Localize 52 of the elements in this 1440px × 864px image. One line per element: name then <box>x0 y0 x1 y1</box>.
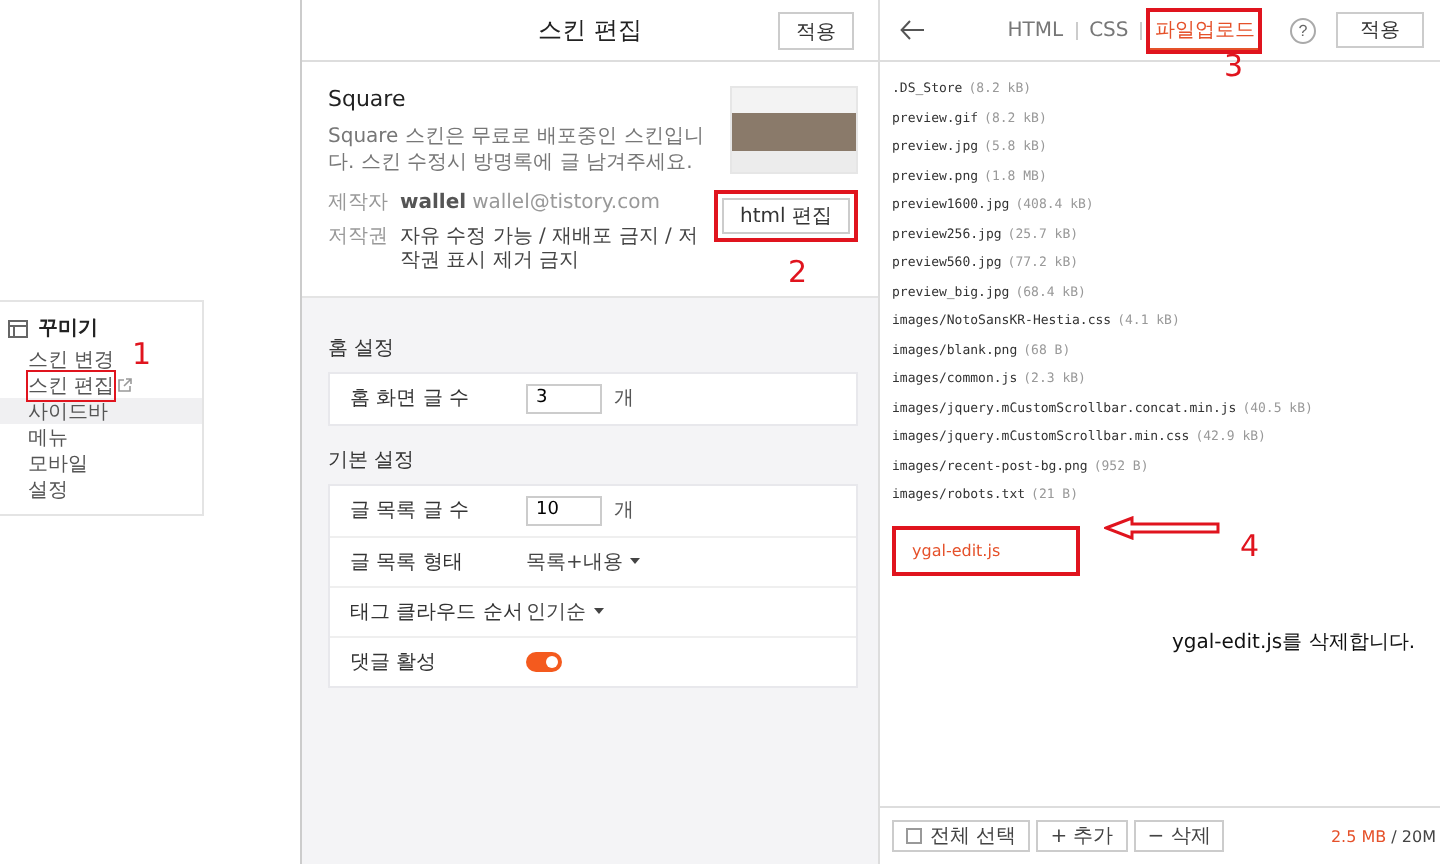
html-edit-button[interactable]: html 편집 <box>722 198 850 234</box>
menu-heading: 꾸미기 <box>38 316 98 342</box>
meta-label: 저작권 <box>328 225 388 251</box>
menu-item[interactable]: 설정 <box>0 476 74 502</box>
dropdown[interactable]: 인기순 <box>526 597 604 625</box>
file-entry[interactable]: ygal-edit.js <box>892 525 1080 575</box>
section-title: 홈 설정 <box>328 335 397 361</box>
unit-label: 개 <box>614 386 634 412</box>
menu-item[interactable]: 메뉴 <box>0 424 74 450</box>
add-button[interactable]: + 추가 <box>1036 820 1128 852</box>
editor-tab[interactable]: 파일업로드 <box>1150 11 1259 49</box>
copyright-text: 자유 수정 가능 / 재배포 금지 / 저작권 표시 제거 금지 <box>400 225 700 275</box>
caret-icon <box>594 608 604 614</box>
editor-tab[interactable]: CSS <box>1085 15 1133 45</box>
menu-item[interactable]: 모바일 <box>0 450 94 476</box>
menu-item[interactable]: 스킨 편집 <box>0 372 139 398</box>
apply-button[interactable]: 적용 <box>1336 12 1424 48</box>
setting-label: 태그 클라우드 순서 <box>350 599 525 625</box>
back-arrow-icon[interactable] <box>900 20 924 40</box>
layout-icon <box>8 319 28 337</box>
dropdown[interactable]: 목록+내용 <box>526 547 641 575</box>
setting-label: 홈 화면 글 수 <box>350 386 472 412</box>
annotation-number: 4 <box>1240 528 1260 564</box>
menu-item[interactable]: 사이드바 <box>0 398 202 424</box>
menu-item[interactable]: 스킨 변경 <box>0 346 121 372</box>
unit-label: 개 <box>614 498 634 524</box>
panel-title: 스킨 편집 <box>538 13 642 47</box>
editor-tab[interactable]: HTML <box>1003 15 1068 45</box>
annotation-number: 1 <box>132 336 152 372</box>
caret-icon <box>630 558 641 564</box>
setting-label: 글 목록 글 수 <box>350 498 472 524</box>
arrow-icon <box>1104 516 1220 540</box>
skin-name: Square <box>328 86 408 112</box>
select-all-button[interactable]: 전체 선택 <box>892 820 1031 852</box>
toggle-switch[interactable] <box>526 651 562 671</box>
annotation-number: 3 <box>1224 48 1244 84</box>
checkbox[interactable] <box>906 828 922 844</box>
storage-usage: 2.5 MB / 20M <box>1330 827 1436 845</box>
number-field[interactable]: 3 <box>526 383 602 413</box>
number-field[interactable]: 10 <box>526 495 602 525</box>
annotation-number: 2 <box>788 254 808 290</box>
setting-label: 글 목록 형태 <box>350 549 465 575</box>
section-title: 기본 설정 <box>328 447 417 473</box>
setting-label: 댓글 활성 <box>350 649 439 675</box>
annotation-note: ygal-edit.js를 삭제합니다. <box>1172 630 1416 656</box>
meta-label: 제작자 <box>328 192 388 217</box>
delete-button[interactable]: − 삭제 <box>1133 820 1225 852</box>
skin-description: Square 스킨은 무료로 배포중인 스킨입니다. 스킨 수정시 방명록에 글 남겨주세요. <box>328 124 706 176</box>
apply-button[interactable]: 적용 <box>778 12 854 50</box>
author-text: wallel wallel@tistory.com <box>400 192 660 217</box>
help-button[interactable]: ? <box>1290 17 1316 43</box>
skin-preview-thumbnail <box>730 86 858 174</box>
